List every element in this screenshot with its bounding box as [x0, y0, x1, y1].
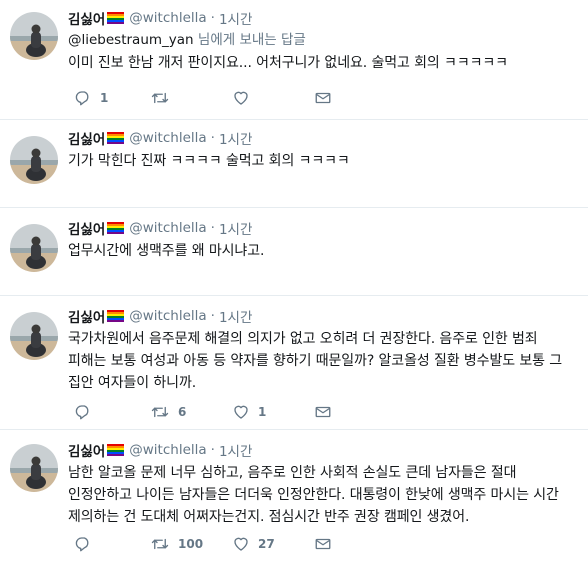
like-button[interactable]: 27 — [232, 534, 275, 554]
reply-button[interactable]: 1 — [74, 88, 108, 108]
avatar[interactable] — [10, 224, 58, 272]
tweet[interactable]: 김싫어 @witchlella · 1시간 남한 알코올 문제 너무 심하고, … — [0, 430, 588, 562]
tweet-text: 기가 막힌다 진짜 ㅋㅋㅋㅋ 술먹고 회의 ㅋㅋㅋㅋ — [68, 153, 350, 169]
like-button[interactable] — [232, 88, 258, 108]
retweet-count: 6 — [178, 405, 187, 419]
reply-icon — [75, 91, 89, 106]
separator-dot: · — [210, 442, 215, 458]
tweet-text: 국가차원에서 음주문제 해결의 의지가 없고 오히려 더 권장한다. 음주로 인… — [68, 331, 563, 391]
timestamp[interactable]: 1시간 — [219, 306, 252, 326]
timestamp[interactable]: 1시간 — [219, 8, 252, 28]
user-handle[interactable]: @witchlella — [129, 10, 206, 26]
user-handle[interactable]: @witchlella — [129, 442, 206, 458]
heart-icon — [234, 405, 248, 419]
separator-dot: · — [210, 308, 215, 324]
like-count: 1 — [258, 405, 267, 419]
user-handle[interactable]: @witchlella — [129, 308, 206, 324]
display-name[interactable]: 김싫어 — [68, 440, 105, 460]
envelope-icon — [315, 538, 331, 550]
envelope-icon — [315, 92, 331, 104]
heart-icon — [234, 537, 248, 551]
rainbow-flag-icon — [107, 310, 125, 322]
reply-context-suffix: 님에게 보내는 답글 — [193, 32, 306, 48]
rainbow-flag-icon — [107, 222, 125, 234]
timestamp[interactable]: 1시간 — [219, 218, 252, 238]
display-name[interactable]: 김싫어 — [68, 218, 105, 238]
like-count: 27 — [258, 537, 275, 551]
tweet-text: 업무시간에 생맥주를 왜 마시냐고. — [68, 243, 265, 259]
heart-icon — [234, 91, 248, 105]
separator-dot: · — [210, 130, 215, 146]
user-handle[interactable]: @witchlella — [129, 130, 206, 146]
reply-mention-link[interactable]: @liebestraum_yan — [68, 32, 194, 48]
tweet-actions: 6 1 — [68, 402, 488, 422]
direct-message-button[interactable] — [314, 534, 332, 554]
tweet[interactable]: 김싫어 @witchlella · 1시간 업무시간에 생맥주를 왜 마시냐고. — [0, 208, 588, 296]
retweet-count: 100 — [178, 537, 204, 551]
tweet[interactable]: 김싫어 @witchlella · 1시간 기가 막힌다 진짜 ㅋㅋㅋㅋ 술먹고… — [0, 120, 588, 208]
reply-icon — [75, 405, 89, 420]
tweet-text: 이미 진보 한남 개저 판이지요... 어처구니가 없네요. 술먹고 회의 ㅋㅋ… — [68, 55, 508, 71]
retweet-icon — [151, 406, 169, 418]
rainbow-flag-icon — [107, 444, 125, 456]
like-button[interactable]: 1 — [232, 402, 266, 422]
separator-dot: · — [210, 10, 215, 26]
reply-icon — [75, 537, 89, 552]
reply-button[interactable] — [74, 534, 100, 554]
user-handle[interactable]: @witchlella — [129, 220, 206, 236]
timestamp[interactable]: 1시간 — [219, 440, 252, 460]
reply-button[interactable] — [74, 402, 100, 422]
avatar[interactable] — [10, 312, 58, 360]
direct-message-button[interactable] — [314, 88, 332, 108]
rainbow-flag-icon — [107, 12, 125, 24]
tweet[interactable]: 김싫어 @witchlella · 1시간 @liebestraum_yan 님… — [0, 0, 588, 120]
tweet-actions: 1 — [68, 88, 488, 108]
display-name[interactable]: 김싫어 — [68, 8, 105, 28]
envelope-icon — [315, 406, 331, 418]
retweet-icon — [151, 92, 169, 104]
tweet-text: 남한 알코올 문제 너무 심하고, 음주로 인한 사회적 손실도 큰데 남자들은… — [68, 465, 559, 525]
display-name[interactable]: 김싫어 — [68, 306, 105, 326]
tweet[interactable]: 김싫어 @witchlella · 1시간 국가차원에서 음주문제 해결의 의지… — [0, 296, 588, 430]
timestamp[interactable]: 1시간 — [219, 128, 252, 148]
avatar[interactable] — [10, 136, 58, 184]
reply-count: 1 — [100, 91, 109, 105]
rainbow-flag-icon — [107, 132, 125, 144]
retweet-button[interactable]: 100 — [150, 534, 203, 554]
reply-context: @liebestraum_yan 님에게 보내는 답글 — [68, 30, 580, 50]
avatar[interactable] — [10, 12, 58, 60]
retweet-button[interactable] — [150, 88, 178, 108]
display-name[interactable]: 김싫어 — [68, 128, 105, 148]
retweet-icon — [151, 538, 169, 550]
direct-message-button[interactable] — [314, 402, 332, 422]
separator-dot: · — [210, 220, 215, 236]
retweet-button[interactable]: 6 — [150, 402, 186, 422]
tweet-actions: 100 27 — [68, 534, 488, 554]
avatar[interactable] — [10, 444, 58, 492]
